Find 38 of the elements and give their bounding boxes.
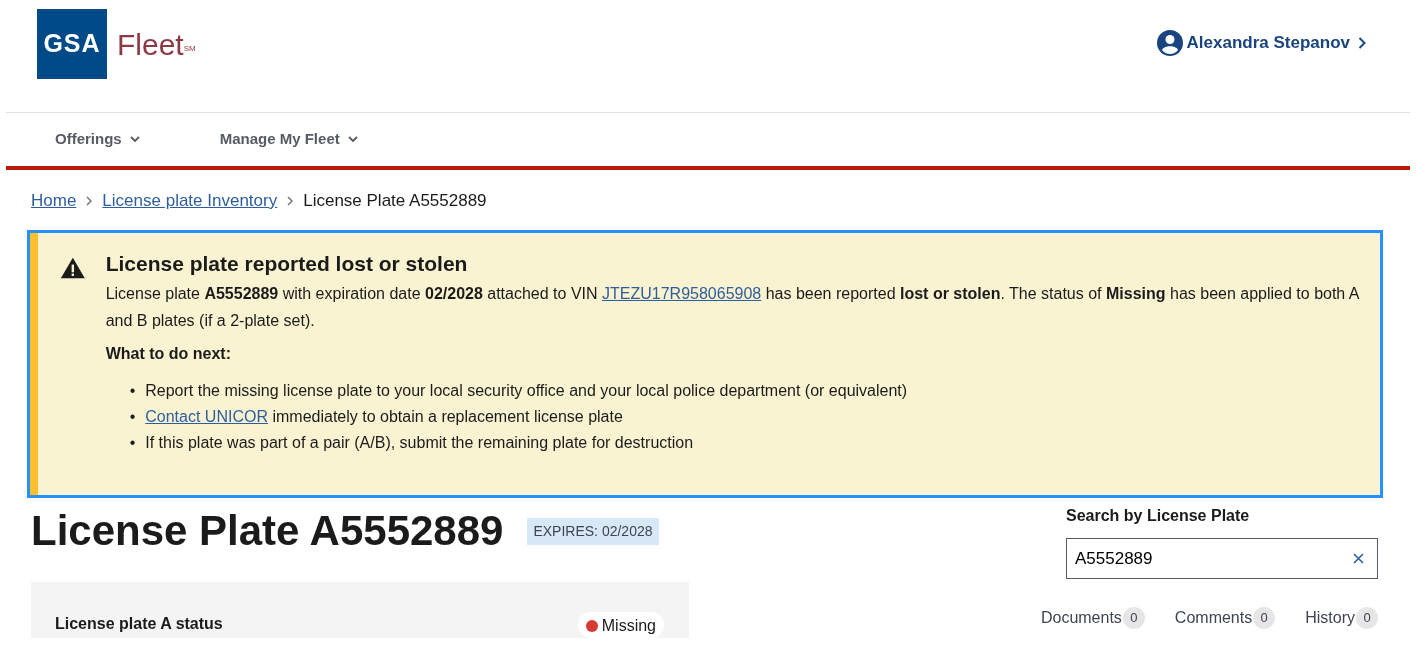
nav-menu-button[interactable]: Manage My Fleet [219,128,358,151]
search-label: Search by License Plate [1066,506,1251,526]
count-badge: 0 [1356,607,1378,629]
chevron-right-icon [1358,37,1366,49]
alert-message: License plate A5552889 with expiration date 02/2028 attached to VIN JTEZU17R958065908 has been reported lost or stolen. The status of Missing has been applied to both A and B plates (if a 2-plate set). [105,284,1360,332]
tab[interactable]: Comments 0 [1174,606,1276,630]
search-field[interactable]: A5552889 [1066,538,1378,579]
count-badge: 0 [1253,607,1276,629]
warning-icon [60,255,86,281]
contact-link[interactable]: Contact UNICOR [145,408,268,426]
logo-mark[interactable]: GSA [37,9,107,79]
chevron-down-icon [347,136,358,143]
chevron-right-icon [86,196,93,206]
expiration-tag: EXPIRES: 02/2028 [527,518,659,545]
breadcrumb-link[interactable]: Home [31,188,77,214]
next-steps-heading: What to do next: [105,344,232,365]
close-icon [1353,553,1364,564]
user-menu-link[interactable]: Alexandra Stepanov [1156,30,1366,56]
bullet-mark: • [129,407,136,428]
breadcrumb-current: License Plate A5552889 [303,190,487,212]
chevron-down-icon [129,136,140,143]
status-label: License plate A status [55,614,223,635]
next-step-item: Report the missing license plate to your local security office and your local police department (or equivalent) [145,381,908,402]
user-avatar-icon [1156,30,1183,56]
tab[interactable]: Documents 0 [1040,606,1145,630]
chevron-right-icon [287,196,294,206]
alert-title: License plate reported lost or stolen [105,251,469,277]
breadcrumb-link[interactable]: License plate Inventory [102,188,278,214]
tab[interactable]: History 0 [1305,606,1378,630]
bullet-mark: • [129,381,136,402]
next-step-item: Contact UNICOR immediately to obtain a replacement license plate [145,407,623,428]
nav-menu-button[interactable]: Offerings [55,128,140,151]
next-step-item: If this plate was part of a pair (A/B), submit the remaining plate for destruction [145,433,694,454]
bullet-mark: • [129,433,136,454]
status-pill: Missing [577,612,664,639]
page-title: License Plate A5552889 [31,506,504,556]
vin-link[interactable]: JTEZU17R958065908 [602,285,762,303]
count-badge: 0 [1122,607,1145,629]
